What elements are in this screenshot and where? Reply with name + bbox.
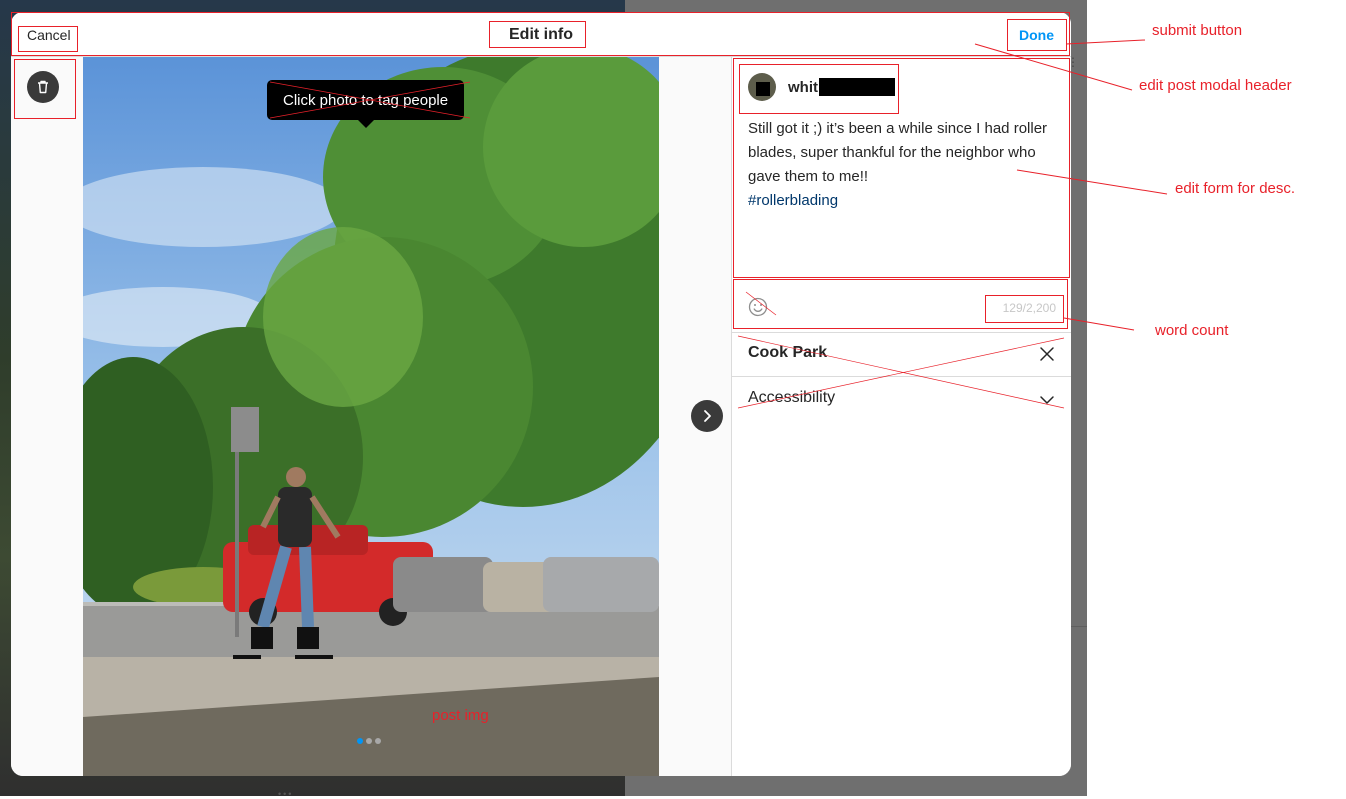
location-name: Cook Park [748,344,828,361]
carousel-dot [357,738,363,744]
caption-toolbar: 129/2,200 [732,285,1071,333]
next-photo-button[interactable] [691,400,723,432]
carousel-dot [375,738,381,744]
carousel-indicator [357,738,381,744]
chevron-down-icon[interactable] [1038,391,1056,409]
trash-icon [38,80,48,94]
smiley-icon[interactable] [748,297,768,317]
caption-editor[interactable]: Still got it ;) it’s been a while since … [748,117,1058,213]
carousel-dot [366,738,372,744]
caption-hashtag[interactable]: #rollerblading [748,192,838,209]
done-button[interactable]: Done [1019,27,1054,43]
edit-post-modal: Cancel Edit info Done Click photo to tag… [11,12,1071,776]
close-icon[interactable] [1038,345,1056,363]
post-image[interactable]: Click photo to tag people [83,57,659,776]
left-gutter [11,57,83,776]
location-row[interactable]: Cook Park [732,333,1071,377]
accessibility-row[interactable]: Accessibility [732,377,1071,421]
character-count: 129/2,200 [1002,301,1056,315]
edit-side-panel: whit Still got it ;) it’s been a while s… [731,57,1071,776]
chevron-right-icon [704,410,711,422]
modal-title: Edit info [509,26,573,43]
post-author: whit [748,73,895,101]
modal-header: Cancel Edit info Done [11,12,1071,57]
accessibility-label: Accessibility [748,389,836,406]
redacted-username [819,78,895,96]
annotation-margin [1087,0,1346,796]
tag-people-tooltip: Click photo to tag people [267,80,465,128]
post-photo-illustration [83,57,659,776]
caption-text: Still got it ;) it’s been a while since … [748,120,1048,185]
delete-photo-button[interactable] [27,71,59,103]
background-carousel-dots: ••• [278,789,294,799]
avatar [748,73,776,101]
username: whit [788,78,895,96]
username-text: whit [788,78,818,96]
